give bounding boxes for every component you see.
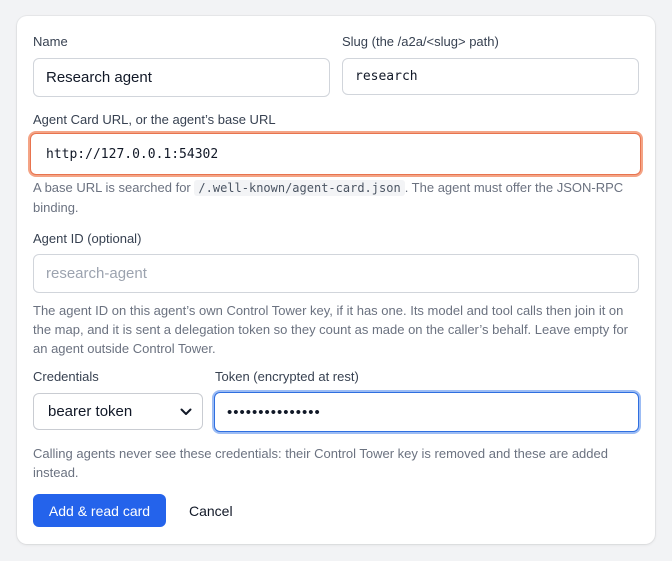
token-label: Token (encrypted at rest) — [215, 369, 359, 384]
agent-card-url-label: Agent Card URL, or the agent’s base URL — [33, 112, 276, 127]
credentials-select[interactable]: bearer token — [33, 393, 203, 430]
name-input[interactable]: Research agent — [33, 58, 330, 97]
token-input[interactable]: ••••••••••••••• — [214, 392, 639, 432]
agent-card-url-value: http://127.0.0.1:54302 — [46, 146, 219, 162]
add-agent-form: Name Research agent Slug (the /a2a/<slug… — [17, 16, 655, 544]
slug-label: Slug (the /a2a/<slug> path) — [342, 34, 499, 49]
cancel-button[interactable]: Cancel — [189, 494, 233, 527]
agent-id-input[interactable]: research-agent — [33, 254, 639, 293]
add-and-read-card-button[interactable]: Add & read card — [33, 494, 166, 527]
agent-card-url-help-prefix: A base URL is searched for — [33, 180, 195, 195]
token-masked-value: ••••••••••••••• — [227, 403, 321, 421]
credentials-help: Calling agents never see these credentia… — [33, 446, 608, 480]
slug-input[interactable]: research — [342, 58, 639, 95]
agent-card-url-input[interactable]: http://127.0.0.1:54302 — [30, 133, 641, 175]
agent-id-help: The agent ID on this agent’s own Control… — [33, 303, 628, 356]
slug-input-value: research — [355, 69, 418, 84]
agent-id-placeholder: research-agent — [46, 265, 147, 282]
agent-card-url-help: A base URL is searched for /.well-known/… — [33, 178, 643, 217]
name-input-value: Research agent — [46, 69, 152, 86]
name-label: Name — [33, 34, 68, 49]
chevron-down-icon — [180, 408, 192, 416]
well-known-path-code: /.well-known/agent-card.json — [194, 180, 405, 196]
credentials-selected-value: bearer token — [48, 403, 133, 420]
credentials-label: Credentials — [33, 369, 99, 384]
agent-id-label: Agent ID (optional) — [33, 231, 142, 246]
